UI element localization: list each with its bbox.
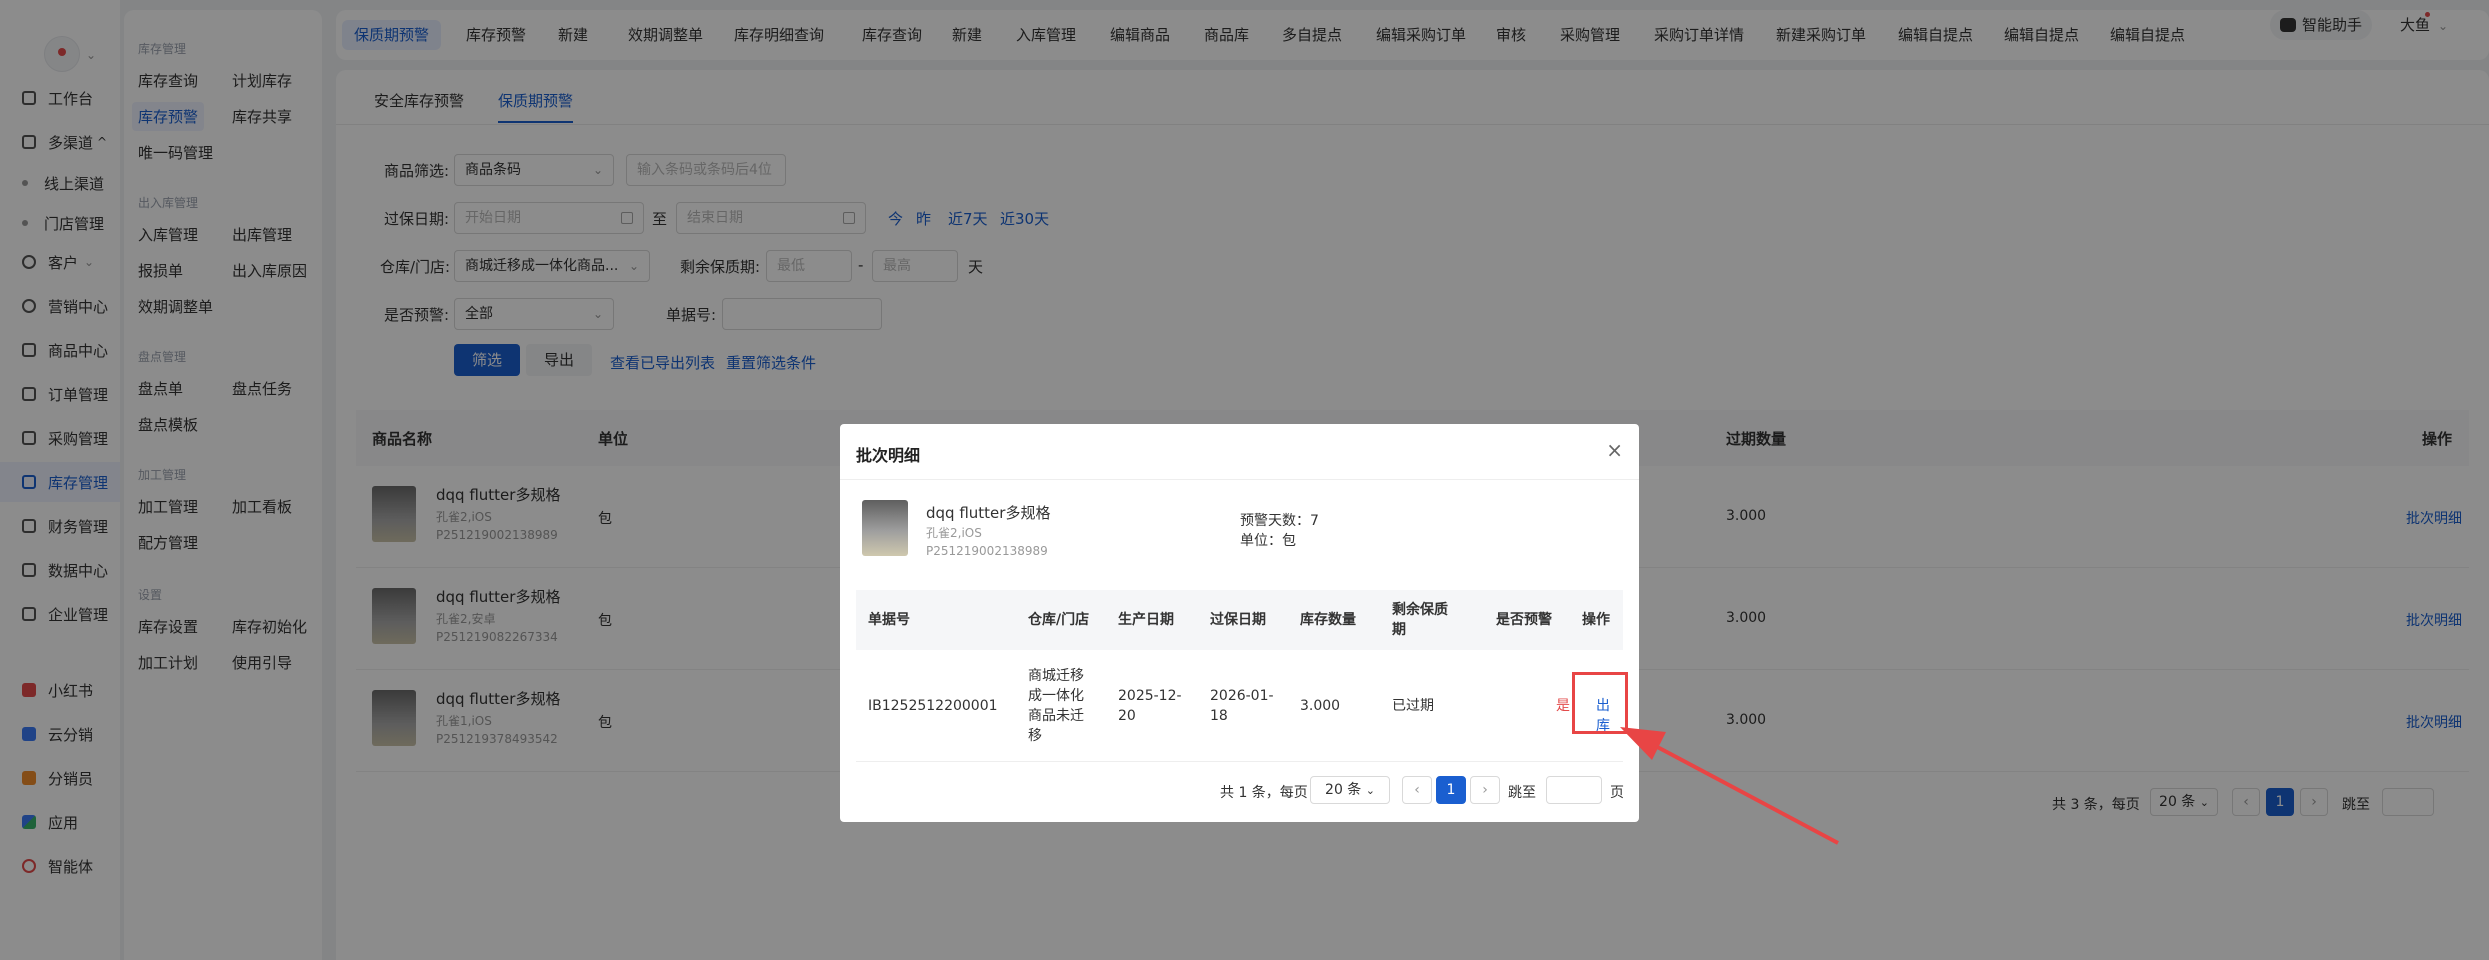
- page-button[interactable]: 1: [1436, 776, 1466, 804]
- batch-detail-modal: 批次明细 × dqq flutter多规格 孔雀2,iOS P251219002…: [840, 424, 1639, 822]
- col-remaining-shelf-life: 剩余保质期: [1392, 602, 1448, 638]
- batch-table-row: IB1252512200001 商城迁移 成一体化 商品未迁 移 2025-12…: [856, 650, 1623, 762]
- expiry-date-cell: 2026-01- 18: [1210, 686, 1274, 726]
- production-date-cell: 2025-12- 20: [1118, 686, 1182, 726]
- col-doc-number: 单据号: [868, 612, 910, 628]
- warehouse-cell: 商城迁移 成一体化 商品未迁 移: [1028, 666, 1084, 746]
- pagination-total: 共 1 条，每页: [1220, 785, 1308, 801]
- product-thumbnail: [862, 500, 908, 556]
- batch-table-header: 单据号 仓库/门店 生产日期 过保日期 库存数量 剩余保质期 是否预警 操作: [856, 590, 1623, 650]
- doc-number-cell: IB1252512200001: [868, 698, 998, 714]
- goto-label: 跳至: [1508, 785, 1536, 801]
- goto-page-input[interactable]: [1546, 776, 1602, 804]
- date-line: 2026-01-: [1210, 688, 1274, 704]
- date-line: 20: [1118, 708, 1136, 724]
- chevron-right-icon: ›: [1482, 782, 1488, 798]
- product-name: dqq flutter多规格: [926, 504, 1051, 522]
- remaining-shelf-life-cell: 已过期: [1392, 698, 1434, 714]
- chevron-down-icon: ⌄: [1365, 784, 1375, 797]
- product-unit: 单位：包: [1240, 533, 1296, 549]
- warehouse-line: 移: [1028, 728, 1042, 744]
- next-page-button[interactable]: ›: [1470, 776, 1500, 804]
- date-line: 2025-12-: [1118, 688, 1182, 704]
- col-action: 操作: [1582, 612, 1610, 628]
- chevron-left-icon: ‹: [1414, 782, 1420, 798]
- col-production-date: 生产日期: [1118, 612, 1174, 628]
- modal-header: 批次明细 ×: [840, 424, 1639, 480]
- page-unit-label: 页: [1610, 785, 1624, 801]
- product-spec: 孔雀2,iOS: [926, 526, 982, 540]
- col-is-warning: 是否预警: [1496, 612, 1552, 628]
- warn-days: 预警天数：7: [1240, 513, 1319, 529]
- warehouse-line: 商城迁移: [1028, 668, 1084, 684]
- annotation-highlight-box: [1572, 672, 1628, 734]
- col-expiry-date: 过保日期: [1210, 612, 1266, 628]
- stock-qty-cell: 3.000: [1300, 698, 1341, 714]
- select-value: 20 条: [1325, 782, 1362, 798]
- col-stock-qty: 库存数量: [1300, 612, 1356, 628]
- modal-title: 批次明细: [856, 446, 921, 465]
- warehouse-line: 成一体化: [1028, 688, 1084, 704]
- close-icon[interactable]: ×: [1606, 438, 1623, 462]
- col-warehouse: 仓库/门店: [1028, 612, 1090, 628]
- warehouse-line: 商品未迁: [1028, 708, 1084, 724]
- date-line: 18: [1210, 708, 1228, 724]
- is-warning-cell: 是: [1556, 698, 1570, 714]
- prev-page-button[interactable]: ‹: [1402, 776, 1432, 804]
- page-size-select[interactable]: 20 条 ⌄: [1310, 776, 1390, 804]
- product-code: P251219002138989: [926, 544, 1048, 558]
